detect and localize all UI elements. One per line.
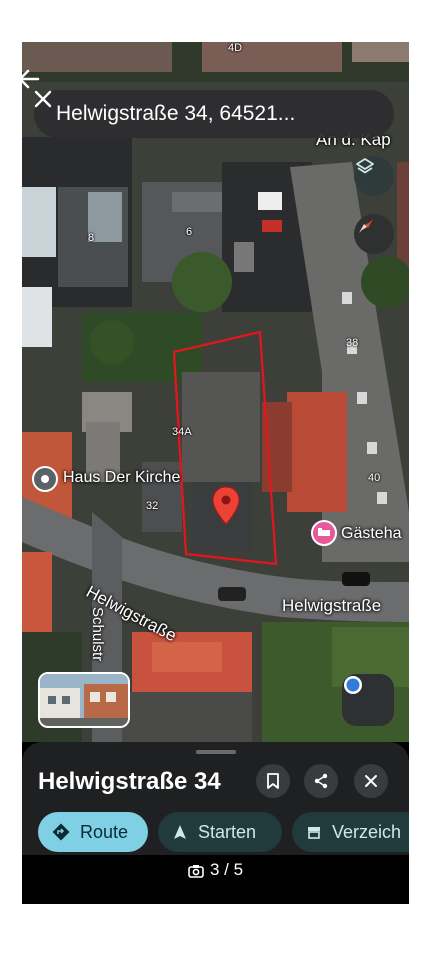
- house-number-label: 6: [186, 226, 193, 238]
- my-location-icon: [344, 676, 362, 694]
- place-title: Helwigstraße 34: [38, 768, 221, 795]
- street-label-helwigstrasse: Helwigstraße: [282, 596, 382, 615]
- bookmark-icon: [267, 773, 279, 789]
- share-button[interactable]: [304, 764, 338, 798]
- start-label: Starten: [198, 821, 257, 842]
- layers-icon: [356, 158, 374, 174]
- compass-button[interactable]: [354, 214, 394, 254]
- search-bar[interactable]: Helwigstraße 34, 64521...: [34, 90, 394, 138]
- photo-counter: 3 / 5: [22, 860, 409, 880]
- route-label: Route: [80, 821, 129, 842]
- street-label-schulstrasse: Schulstr: [89, 607, 106, 662]
- hotel-icon[interactable]: [311, 520, 337, 546]
- house-number-label: 32: [146, 500, 159, 512]
- photo-counter-text: 3 / 5: [209, 860, 244, 879]
- directory-label: Verzeich: [332, 821, 402, 842]
- storefront-icon: [308, 827, 320, 839]
- my-location-button[interactable]: [342, 674, 394, 726]
- layers-button[interactable]: [354, 156, 394, 196]
- search-query-text[interactable]: Helwigstraße 34, 64521...: [56, 102, 354, 126]
- compass-icon: [359, 219, 373, 233]
- camera-icon: [188, 864, 204, 878]
- phone-screen: 4D 8 6 38 34A 32 40 An d. Kap Helwigstra…: [22, 42, 409, 904]
- place-bottom-sheet[interactable]: Helwigstraße 34 Route Starten Verzeich: [22, 742, 409, 855]
- navigation-arrow-icon: [174, 825, 186, 839]
- house-number-label: 34A: [172, 426, 192, 438]
- close-icon: [365, 775, 377, 787]
- satellite-map[interactable]: 4D 8 6 38 34A 32 40 An d. Kap Helwigstra…: [22, 42, 409, 742]
- directory-button[interactable]: Verzeich: [292, 812, 409, 852]
- start-navigation-button[interactable]: Starten: [158, 812, 282, 852]
- share-icon: [314, 773, 328, 789]
- drag-handle[interactable]: [196, 750, 236, 754]
- house-number-label: 38: [346, 337, 359, 349]
- house-number-label: 8: [88, 232, 95, 244]
- close-sheet-button[interactable]: [354, 764, 388, 798]
- poi-label-haus-der-kirche[interactable]: Haus Der Kirche: [63, 469, 180, 487]
- selected-place-pin-icon[interactable]: [212, 486, 240, 526]
- poi-label-gaesteha[interactable]: Gästeha: [341, 525, 401, 543]
- street-view-thumbnail[interactable]: [38, 672, 130, 728]
- route-button[interactable]: Route: [38, 812, 148, 852]
- save-button[interactable]: [256, 764, 290, 798]
- house-number-label: 4D: [228, 42, 243, 54]
- house-number-label: 40: [368, 472, 381, 484]
- back-arrow-icon[interactable]: [22, 66, 42, 92]
- directions-icon: [52, 823, 70, 841]
- place-pin-icon[interactable]: [32, 466, 58, 492]
